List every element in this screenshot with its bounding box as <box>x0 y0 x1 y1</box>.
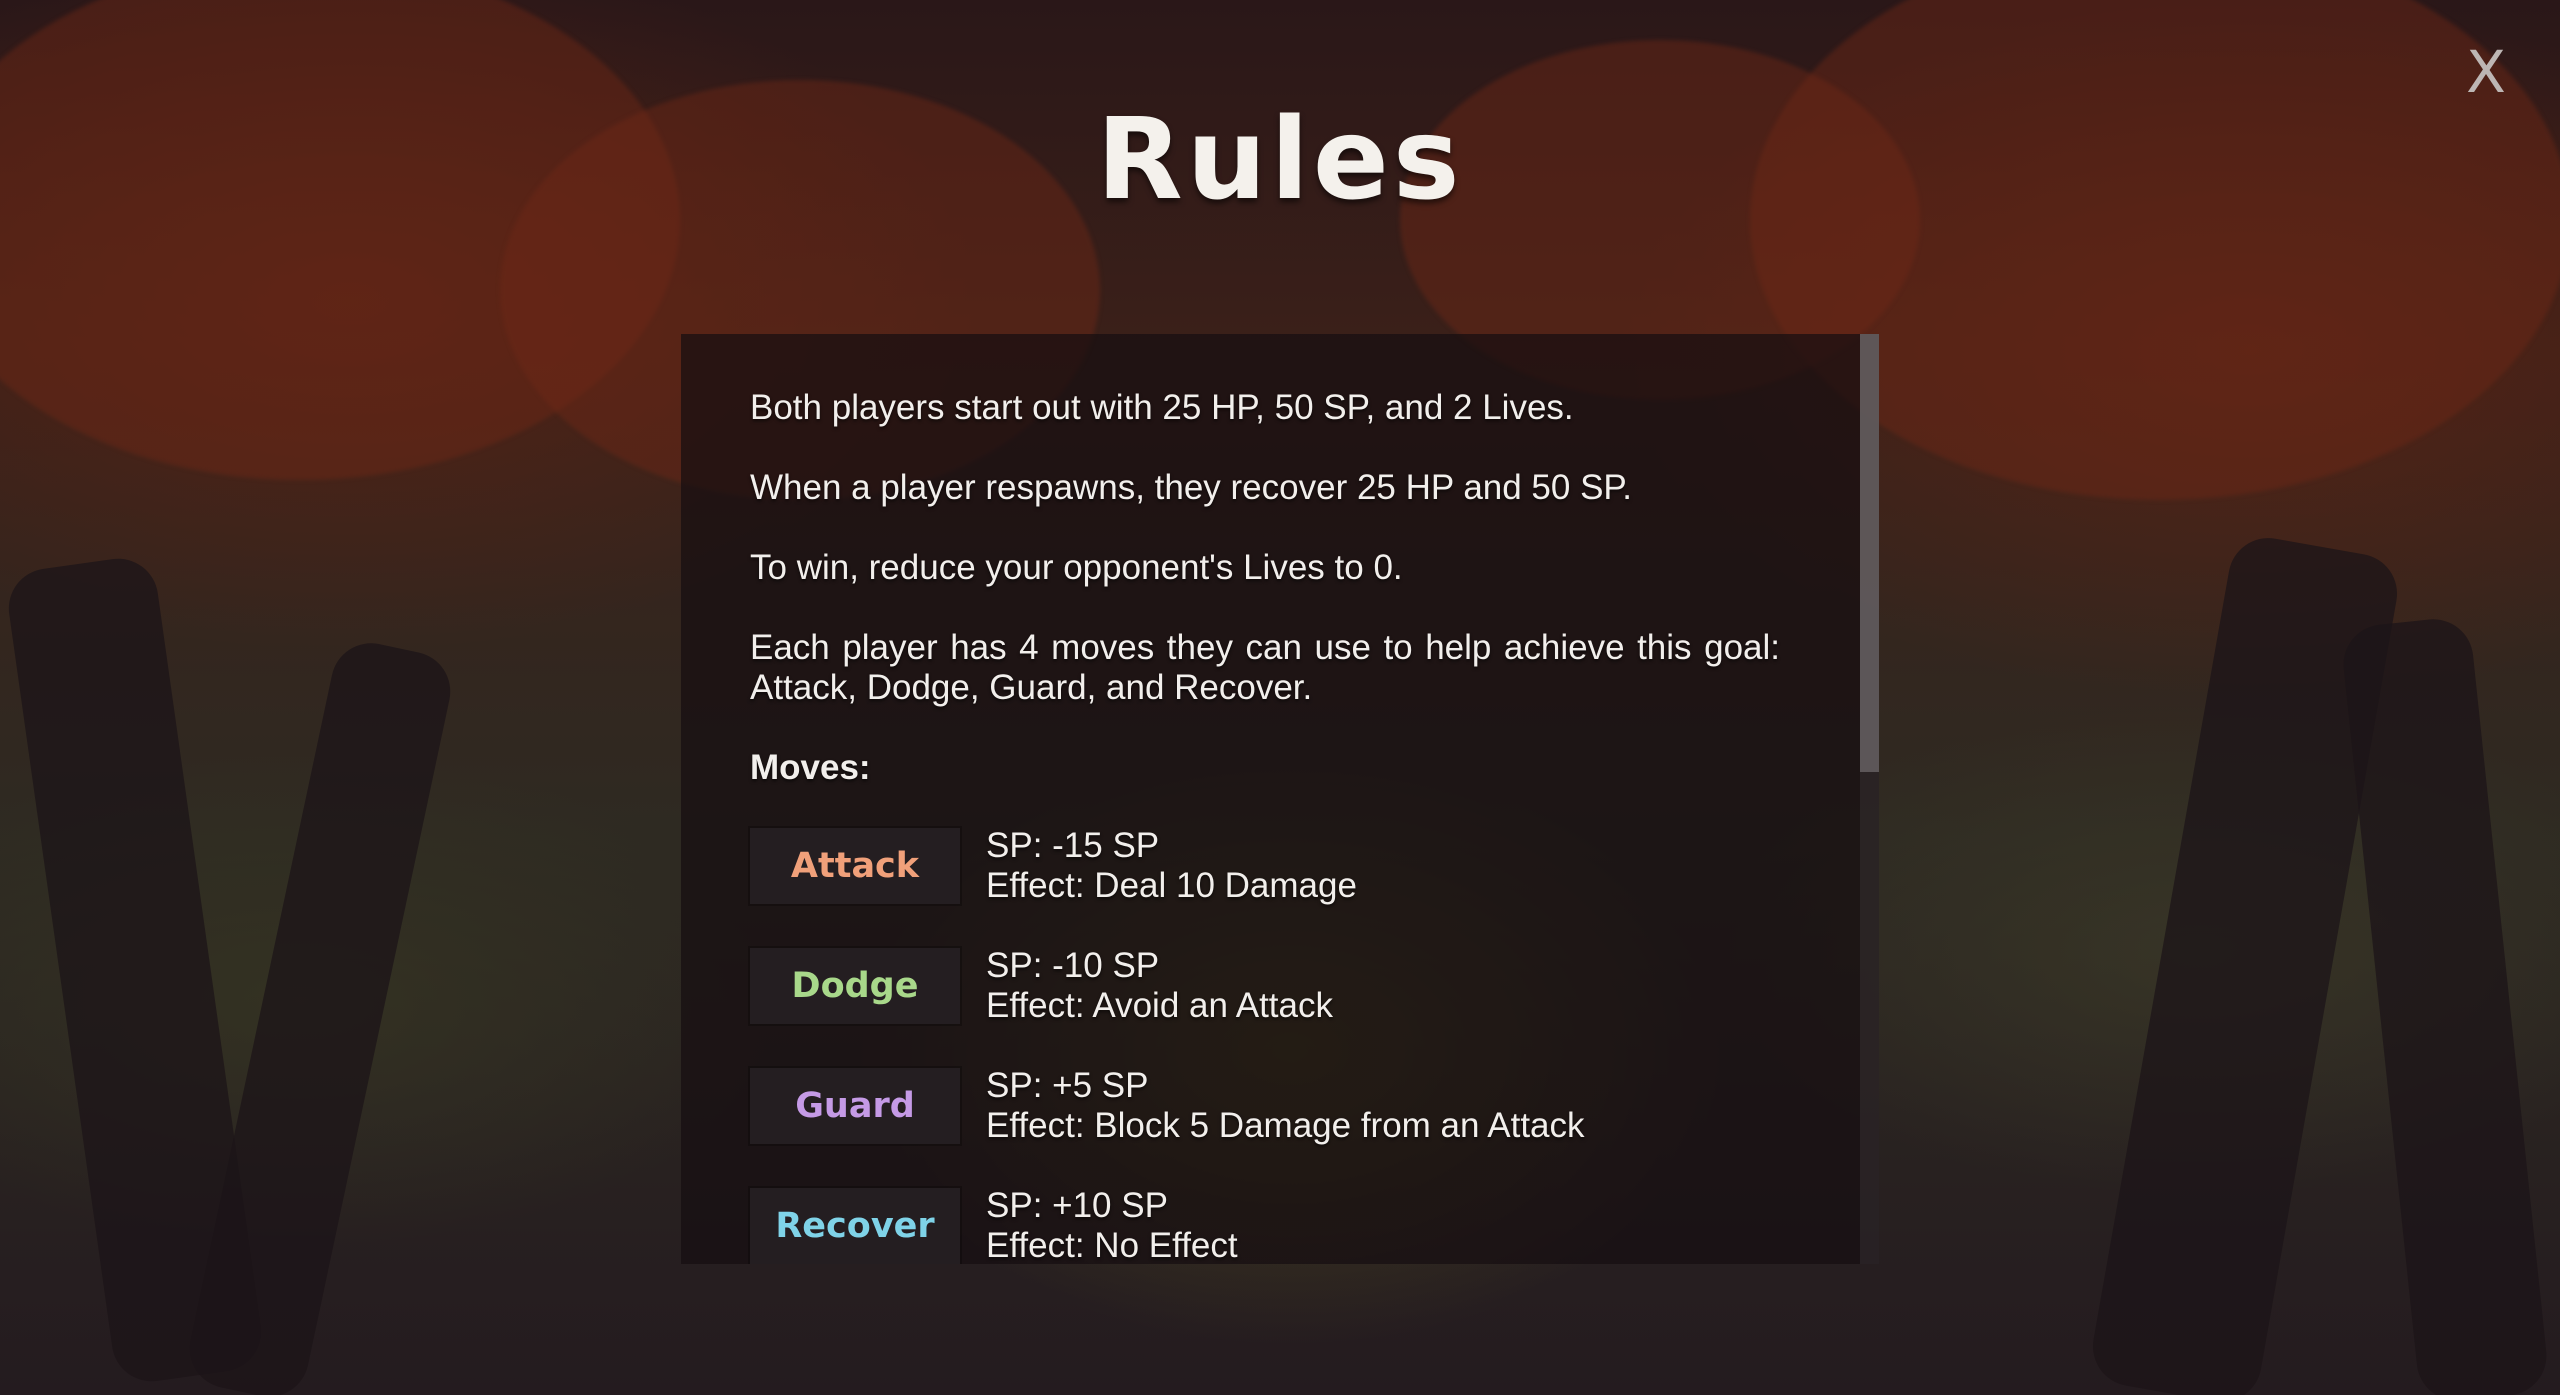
move-sp: SP: -15 SP <box>986 826 1160 865</box>
scrollbar-thumb[interactable] <box>1860 334 1879 772</box>
rules-scrollbar[interactable] <box>1860 334 1879 1264</box>
move-button-recover[interactable]: Recover <box>750 1188 960 1264</box>
rule-paragraph: To win, reduce your opponent's Lives to … <box>750 548 1403 587</box>
rule-paragraph: Both players start out with 25 HP, 50 SP… <box>750 388 1574 427</box>
move-effect: Effect: Block 5 Damage from an Attack <box>986 1106 1585 1145</box>
rule-paragraph: Each player has 4 moves they can use to … <box>750 628 1780 707</box>
close-icon[interactable]: X <box>2466 38 2506 106</box>
move-row-guard: Guard SP: +5 SP Effect: Block 5 Damage f… <box>750 1066 1780 1146</box>
move-effect: Effect: Avoid an Attack <box>986 986 1333 1025</box>
move-sp: SP: +5 SP <box>986 1066 1149 1105</box>
move-button-guard[interactable]: Guard <box>750 1068 960 1144</box>
close-button[interactable]: X <box>2462 40 2510 104</box>
move-sp: SP: +10 SP <box>986 1186 1168 1225</box>
rules-panel: Both players start out with 25 HP, 50 SP… <box>681 334 1879 1264</box>
move-info: SP: +10 SP Effect: No Effect <box>986 1186 1238 1264</box>
move-sp: SP: -10 SP <box>986 946 1160 985</box>
move-effect: Effect: Deal 10 Damage <box>986 866 1357 905</box>
rules-content: Both players start out with 25 HP, 50 SP… <box>750 388 1780 1264</box>
move-row-attack: Attack SP: -15 SP Effect: Deal 10 Damage <box>750 826 1780 906</box>
move-row-recover: Recover SP: +10 SP Effect: No Effect <box>750 1186 1780 1264</box>
move-button-attack[interactable]: Attack <box>750 828 960 904</box>
rules-screen: Rules X Both players start out with 25 H… <box>0 0 2560 1395</box>
rule-paragraph: When a player respawns, they recover 25 … <box>750 468 1632 507</box>
move-info: SP: +5 SP Effect: Block 5 Damage from an… <box>986 1066 1585 1146</box>
move-row-dodge: Dodge SP: -10 SP Effect: Avoid an Attack <box>750 946 1780 1026</box>
move-info: SP: -15 SP Effect: Deal 10 Damage <box>986 826 1357 906</box>
move-info: SP: -10 SP Effect: Avoid an Attack <box>986 946 1333 1026</box>
moves-heading: Moves: <box>750 748 871 787</box>
move-effect: Effect: No Effect <box>986 1226 1238 1264</box>
move-button-dodge[interactable]: Dodge <box>750 948 960 1024</box>
page-title: Rules <box>1096 95 1464 225</box>
